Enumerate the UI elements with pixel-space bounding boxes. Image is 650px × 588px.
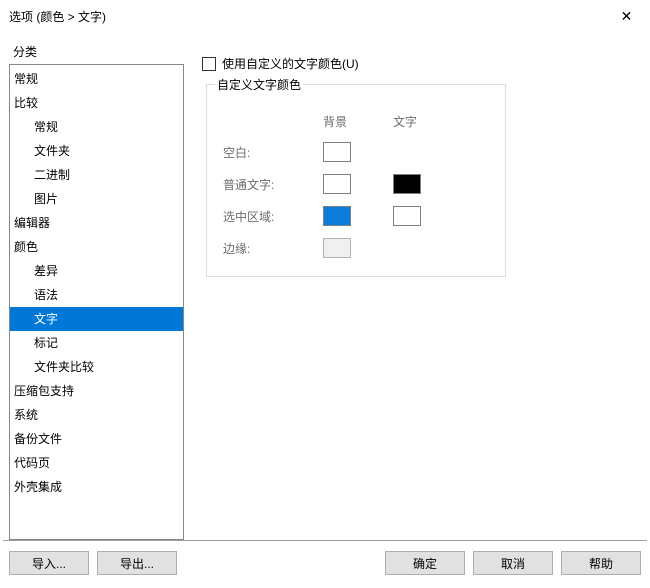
color-row-label: 空白: bbox=[223, 144, 323, 161]
tree-item[interactable]: 标记 bbox=[10, 331, 183, 355]
checkbox-label: 使用自定义的文字颜色(U) bbox=[222, 55, 359, 72]
group-title: 自定义文字颜色 bbox=[215, 76, 303, 93]
header-text: 文字 bbox=[393, 113, 453, 130]
tree-item[interactable]: 语法 bbox=[10, 283, 183, 307]
tree-item[interactable]: 文字 bbox=[10, 307, 183, 331]
color-grid: 背景 文字 空白: 普通文字: 选中区域: 边缘: bbox=[223, 113, 489, 258]
tree-item[interactable]: 备份文件 bbox=[10, 427, 183, 451]
tree-item[interactable]: 代码页 bbox=[10, 451, 183, 475]
tree-item[interactable]: 文件夹比较 bbox=[10, 355, 183, 379]
titlebar: 选项 (颜色 > 文字) ✕ bbox=[1, 1, 649, 31]
color-swatch-bg[interactable] bbox=[323, 174, 351, 194]
tree-item[interactable]: 比较 bbox=[10, 91, 183, 115]
color-swatch-fg[interactable] bbox=[393, 174, 421, 194]
tree-item[interactable]: 颜色 bbox=[10, 235, 183, 259]
tree-item[interactable]: 差异 bbox=[10, 259, 183, 283]
export-button[interactable]: 导出... bbox=[97, 551, 177, 575]
color-row-label: 普通文字: bbox=[223, 176, 323, 193]
options-dialog: 选项 (颜色 > 文字) ✕ 分类 常规比较常规文件夹二进制图片编辑器颜色差异语… bbox=[0, 0, 650, 588]
import-button[interactable]: 导入... bbox=[9, 551, 89, 575]
footer: 导入... 导出... 确定 取消 帮助 bbox=[1, 541, 649, 587]
color-swatch-bg[interactable] bbox=[323, 142, 351, 162]
content-pane: 使用自定义的文字颜色(U) 自定义文字颜色 背景 文字 空白: 普通文字: 选中区域… bbox=[200, 39, 641, 540]
header-background: 背景 bbox=[323, 113, 393, 130]
checkbox-icon bbox=[202, 57, 216, 71]
tree-item[interactable]: 编辑器 bbox=[10, 211, 183, 235]
custom-colors-group: 自定义文字颜色 背景 文字 空白:普通文字:选中区域:边缘: bbox=[206, 84, 506, 277]
ok-button[interactable]: 确定 bbox=[385, 551, 465, 575]
use-custom-colors-checkbox[interactable]: 使用自定义的文字颜色(U) bbox=[202, 55, 629, 72]
sidebar: 分类 常规比较常规文件夹二进制图片编辑器颜色差异语法文字标记文件夹比较压缩包支持… bbox=[9, 39, 184, 540]
tree-item[interactable]: 文件夹 bbox=[10, 139, 183, 163]
tree-item[interactable]: 压缩包支持 bbox=[10, 379, 183, 403]
window-title: 选项 (颜色 > 文字) bbox=[9, 8, 604, 25]
help-button[interactable]: 帮助 bbox=[561, 551, 641, 575]
sidebar-header: 分类 bbox=[9, 39, 184, 64]
tree-item[interactable]: 图片 bbox=[10, 187, 183, 211]
tree-item[interactable]: 外壳集成 bbox=[10, 475, 183, 499]
close-icon[interactable]: ✕ bbox=[604, 1, 649, 31]
tree-item[interactable]: 二进制 bbox=[10, 163, 183, 187]
color-swatch-bg[interactable] bbox=[323, 206, 351, 226]
color-swatch-bg[interactable] bbox=[323, 238, 351, 258]
tree-item[interactable]: 系统 bbox=[10, 403, 183, 427]
tree-item[interactable]: 常规 bbox=[10, 67, 183, 91]
color-swatch-fg[interactable] bbox=[393, 206, 421, 226]
color-row-label: 选中区域: bbox=[223, 208, 323, 225]
color-row-label: 边缘: bbox=[223, 240, 323, 257]
cancel-button[interactable]: 取消 bbox=[473, 551, 553, 575]
tree-item[interactable]: 常规 bbox=[10, 115, 183, 139]
dialog-body: 分类 常规比较常规文件夹二进制图片编辑器颜色差异语法文字标记文件夹比较压缩包支持… bbox=[1, 31, 649, 540]
category-tree[interactable]: 常规比较常规文件夹二进制图片编辑器颜色差异语法文字标记文件夹比较压缩包支持系统备… bbox=[9, 64, 184, 540]
